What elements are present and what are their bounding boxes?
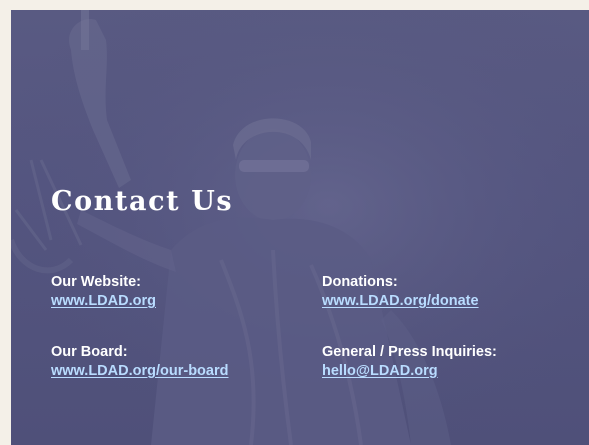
board-label: Our Board: [51,344,128,360]
website-link[interactable]: www.LDAD.org [51,292,156,311]
page-background: Contact Us Our Website: www.LDAD.org Don… [0,0,589,445]
board-contact: Our Board: www.LDAD.org/our-board [51,343,301,381]
general-inquiries-contact: General / Press Inquiries: hello@LDAD.or… [322,343,572,381]
contact-card: Contact Us Our Website: www.LDAD.org Don… [11,10,589,445]
contact-title: Contact Us [51,186,234,217]
donations-label: Donations: [322,274,398,290]
general-inquiries-label: General / Press Inquiries: [322,344,497,360]
donations-contact: Donations: www.LDAD.org/donate [322,273,572,311]
contact-content: Contact Us Our Website: www.LDAD.org Don… [11,10,589,445]
email-link[interactable]: hello@LDAD.org [322,362,438,381]
website-contact: Our Website: www.LDAD.org [51,273,301,311]
board-link[interactable]: www.LDAD.org/our-board [51,362,228,381]
website-label: Our Website: [51,274,141,290]
donations-link[interactable]: www.LDAD.org/donate [322,292,479,311]
